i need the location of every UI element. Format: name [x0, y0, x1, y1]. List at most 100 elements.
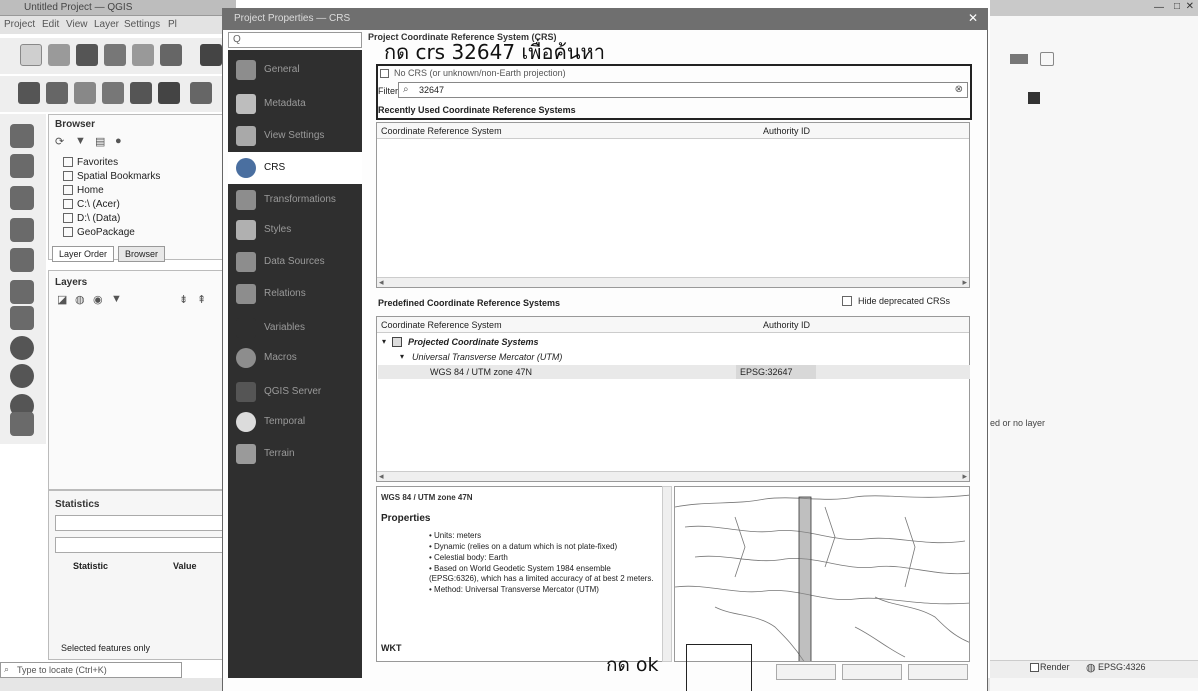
menu-edit[interactable]: Edit: [42, 19, 59, 30]
add-vector-icon[interactable]: [74, 82, 96, 104]
sidebar-item-variables[interactable]: Variables: [228, 312, 362, 344]
add-group-icon[interactable]: ◍: [75, 293, 85, 306]
field-select[interactable]: [55, 537, 227, 553]
clear-filter-icon[interactable]: ⊗: [955, 84, 963, 95]
scroll-left-icon[interactable]: ◂: [379, 471, 384, 482]
open-project-icon[interactable]: [48, 44, 70, 66]
tree-row-utm[interactable]: ▾ Universal Transverse Mercator (UTM): [378, 350, 970, 364]
save-edits-icon[interactable]: [190, 82, 212, 104]
hide-deprecated-checkbox[interactable]: [842, 296, 852, 306]
tree-item-geopackage[interactable]: GeoPackage: [63, 227, 135, 238]
help-button[interactable]: [908, 664, 968, 680]
add-vector-layer-icon[interactable]: [10, 124, 34, 148]
crs-globe-icon[interactable]: ◍: [1086, 661, 1096, 674]
attribute-table-icon[interactable]: [1010, 54, 1028, 64]
add-wfs-icon[interactable]: [10, 364, 34, 388]
add-delimited-text-icon[interactable]: [10, 218, 34, 242]
print-layout-icon[interactable]: [132, 44, 154, 66]
add-virtual-layer-icon[interactable]: [10, 306, 34, 330]
close-window-icon[interactable]: ✕: [1186, 1, 1194, 12]
tree-item-c-drive[interactable]: C:\ (Acer): [63, 199, 120, 210]
collapse-icon[interactable]: ▤: [95, 135, 105, 148]
new-layer-icon[interactable]: [10, 412, 34, 436]
crs-status-button[interactable]: EPSG:4326: [1098, 662, 1146, 672]
collapse-all-icon[interactable]: ⇞: [197, 293, 206, 306]
minimize-icon[interactable]: —: [1154, 2, 1164, 13]
edit-icon[interactable]: [102, 82, 124, 104]
sidebar-item-temporal[interactable]: Temporal: [228, 406, 362, 438]
close-icon[interactable]: ✕: [964, 11, 982, 27]
sidebar-item-crs[interactable]: CRS: [228, 152, 362, 184]
add-postgis-icon[interactable]: [10, 280, 34, 304]
no-crs-checkbox[interactable]: [380, 69, 389, 78]
tree-item-d-drive[interactable]: D:\ (Data): [63, 213, 120, 224]
manage-themes-icon[interactable]: ◉: [93, 293, 103, 306]
identify-icon[interactable]: [1040, 52, 1054, 66]
sidebar-item-relations[interactable]: Relations: [228, 278, 362, 310]
recent-hscrollbar[interactable]: ◂ ▸: [377, 277, 969, 287]
recent-crs-table[interactable]: Coordinate Reference System Authority ID…: [376, 122, 970, 288]
add-spatialite-icon[interactable]: [10, 248, 34, 272]
render-checkbox[interactable]: [1030, 663, 1039, 672]
tree-row-wgs84-utm47n[interactable]: WGS 84 / UTM zone 47N EPSG:32647: [378, 365, 970, 379]
tree-row-projected[interactable]: ▾ Projected Coordinate Systems: [378, 335, 970, 349]
scroll-right-icon[interactable]: ▸: [962, 277, 967, 288]
new-project-icon[interactable]: [20, 44, 42, 66]
menu-project[interactable]: Project: [4, 19, 35, 30]
selected-only-label[interactable]: Selected features only: [61, 643, 150, 653]
tab-layer-order[interactable]: Layer Order: [52, 246, 115, 262]
menu-layer[interactable]: Layer: [94, 19, 119, 30]
crs-filter-input[interactable]: ⌕ 32647 ⊗: [398, 82, 968, 98]
tree-item-favorites[interactable]: Favorites: [63, 157, 118, 168]
sidebar-item-data-sources[interactable]: Data Sources: [228, 246, 362, 278]
layer-styling-icon[interactable]: ◪: [57, 293, 67, 306]
layer-select[interactable]: [55, 515, 227, 531]
save-as-icon[interactable]: [104, 44, 126, 66]
tree-item-home[interactable]: Home: [63, 185, 104, 196]
menu-settings[interactable]: Settings: [124, 19, 160, 30]
sidebar-item-view-settings[interactable]: View Settings: [228, 120, 362, 152]
predefined-hscrollbar[interactable]: ◂ ▸: [377, 471, 969, 481]
expand-all-icon[interactable]: ⇟: [179, 293, 188, 306]
sidebar-item-styles[interactable]: Styles: [228, 214, 362, 246]
layer-color-icon[interactable]: [1028, 92, 1040, 104]
pan-icon[interactable]: [200, 44, 222, 66]
node-tool-icon[interactable]: [158, 82, 180, 104]
scroll-left-icon[interactable]: ◂: [379, 277, 384, 288]
save-project-icon[interactable]: [76, 44, 98, 66]
properties-icon[interactable]: ●: [115, 135, 122, 147]
cancel-button[interactable]: [776, 664, 836, 680]
sidebar-item-metadata[interactable]: Metadata: [228, 88, 362, 120]
filter-legend-icon[interactable]: ▼: [111, 293, 122, 305]
style-manager-icon[interactable]: [160, 44, 182, 66]
add-feature-icon[interactable]: [130, 82, 152, 104]
digitize-icon[interactable]: [18, 82, 40, 104]
add-layer-icon[interactable]: [46, 82, 68, 104]
tab-browser[interactable]: Browser: [118, 246, 166, 262]
maximize-icon[interactable]: □: [1174, 1, 1180, 12]
add-raster-layer-icon[interactable]: [10, 154, 34, 178]
apply-button[interactable]: [842, 664, 902, 680]
predefined-crs-table[interactable]: Coordinate Reference System Authority ID…: [376, 316, 970, 482]
add-wms-icon[interactable]: [10, 336, 34, 360]
map-canvas-area[interactable]: [990, 0, 1198, 691]
locator-search[interactable]: ⌕ Type to locate (Ctrl+K): [0, 662, 182, 678]
options-search-input[interactable]: Q: [228, 32, 362, 48]
collapse-arrow-icon[interactable]: ▾: [400, 352, 404, 361]
refresh-icon[interactable]: ⟳: [55, 135, 64, 148]
menu-view[interactable]: View: [66, 19, 88, 30]
info-vscrollbar[interactable]: [662, 486, 672, 662]
tree-item-bookmarks[interactable]: Spatial Bookmarks: [63, 171, 160, 182]
predefined-crs-label: Predefined Coordinate Reference Systems: [378, 298, 561, 308]
sidebar-item-qgis-server[interactable]: QGIS Server: [228, 376, 362, 408]
add-mesh-layer-icon[interactable]: [10, 186, 34, 210]
sidebar-item-terrain[interactable]: Terrain: [228, 438, 362, 470]
sidebar-item-general[interactable]: General: [228, 54, 362, 86]
sidebar-item-transformations[interactable]: Transformations: [228, 184, 362, 216]
scroll-right-icon[interactable]: ▸: [962, 471, 967, 482]
menu-plugins[interactable]: Pl: [168, 19, 177, 30]
main-titlebar: Untitled Project — QGIS: [0, 0, 236, 16]
filter-icon[interactable]: ▼: [75, 135, 86, 147]
collapse-arrow-icon[interactable]: ▾: [382, 337, 386, 346]
sidebar-item-macros[interactable]: Macros: [228, 342, 362, 374]
